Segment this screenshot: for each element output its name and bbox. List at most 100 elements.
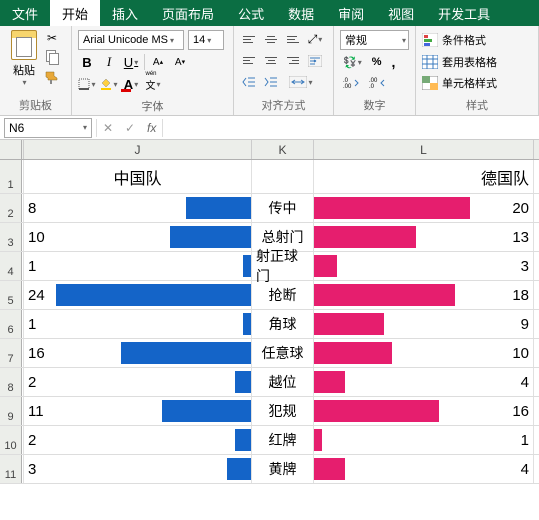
conditional-format-icon	[422, 33, 438, 47]
cell-germany-value[interactable]: 3	[314, 252, 534, 280]
column-header[interactable]: L	[314, 140, 534, 159]
cell[interactable]	[252, 160, 314, 193]
align-bottom-button[interactable]	[284, 30, 302, 48]
cell-germany-value[interactable]: 4	[314, 368, 534, 396]
row-header[interactable]: 8	[0, 368, 22, 396]
menu-item[interactable]: 视图	[376, 0, 426, 26]
fill-color-button[interactable]: ▾	[100, 74, 118, 94]
cell-germany-value[interactable]: 4	[314, 455, 534, 483]
font-color-button[interactable]: A▾	[122, 74, 140, 94]
cell-styles-button[interactable]: 单元格样式	[422, 73, 532, 93]
decrease-font-button[interactable]: A▾	[171, 52, 189, 72]
orientation-button[interactable]: ⤢▾	[306, 30, 324, 48]
format-table-button[interactable]: 套用表格格	[422, 52, 532, 72]
row-header[interactable]: 4	[0, 252, 22, 280]
merge-button[interactable]: ▾	[284, 73, 318, 91]
italic-button[interactable]: I	[100, 52, 118, 72]
cell-germany-value[interactable]: 18	[314, 281, 534, 309]
number-format-combo[interactable]: 常规 ▾	[340, 30, 409, 50]
cell-category[interactable]: 抢断	[252, 281, 314, 309]
cell-china-value[interactable]: 24	[24, 281, 252, 309]
align-left-button[interactable]	[240, 52, 258, 70]
fx-icon[interactable]: fx	[141, 121, 162, 135]
row-header[interactable]: 7	[0, 339, 22, 367]
cut-icon[interactable]: ✂	[44, 30, 60, 46]
formula-input[interactable]	[163, 118, 539, 138]
row-header[interactable]: 9	[0, 397, 22, 425]
cell-category[interactable]: 任意球	[252, 339, 314, 367]
cell-category[interactable]: 犯规	[252, 397, 314, 425]
cell-category[interactable]: 越位	[252, 368, 314, 396]
accept-formula-button[interactable]: ✓	[119, 121, 141, 135]
font-group-title: 字体	[78, 96, 227, 114]
conditional-format-button[interactable]: 条件格式	[422, 30, 532, 50]
bold-button[interactable]: B	[78, 52, 96, 72]
cell-china-value[interactable]: 1	[24, 252, 252, 280]
increase-decimal-button[interactable]: .0.00	[340, 74, 362, 92]
menu-item[interactable]: 插入	[100, 0, 150, 26]
row-header[interactable]: 11	[0, 455, 22, 483]
menu-item[interactable]: 公式	[226, 0, 276, 26]
font-size-combo[interactable]: 14 ▾	[188, 30, 224, 50]
cell-category[interactable]: 黄牌	[252, 455, 314, 483]
phonetic-guide-button[interactable]: wén文▾	[144, 74, 162, 94]
align-middle-button[interactable]	[262, 30, 280, 48]
cell-styles-label: 单元格样式	[442, 75, 497, 91]
cell-china-value[interactable]: 8	[24, 194, 252, 222]
underline-button[interactable]: U▾	[122, 52, 140, 72]
menu-item[interactable]: 文件	[0, 0, 50, 26]
select-all-corner[interactable]	[0, 140, 22, 159]
copy-icon[interactable]	[44, 50, 60, 66]
cell-germany-value[interactable]: 1	[314, 426, 534, 454]
align-right-button[interactable]	[284, 52, 302, 70]
data-bar	[243, 313, 251, 335]
decrease-decimal-button[interactable]: .00.0	[366, 74, 388, 92]
cell-china-value[interactable]: 3	[24, 455, 252, 483]
cell-china-value[interactable]: 2	[24, 426, 252, 454]
cell-category[interactable]: 传中	[252, 194, 314, 222]
cell-china-value[interactable]: 16	[24, 339, 252, 367]
row-header[interactable]: 1	[0, 160, 22, 193]
row-header[interactable]: 5	[0, 281, 22, 309]
cell-germany-value[interactable]: 13	[314, 223, 534, 251]
cell-category[interactable]: 射正球门	[252, 252, 314, 280]
comma-button[interactable]: ,	[389, 53, 399, 71]
border-button[interactable]: ▾	[78, 74, 96, 94]
font-name-combo[interactable]: Arial Unicode MS ▾	[78, 30, 184, 50]
format-painter-icon[interactable]	[44, 70, 60, 86]
currency-button[interactable]: 💱▾	[340, 53, 365, 71]
decrease-indent-button[interactable]	[240, 73, 258, 91]
wrap-text-button[interactable]	[306, 52, 324, 70]
cell-germany-value[interactable]: 9	[314, 310, 534, 338]
cell-china-value[interactable]: 11	[24, 397, 252, 425]
row-header[interactable]: 10	[0, 426, 22, 454]
menu-item[interactable]: 审阅	[326, 0, 376, 26]
row-header[interactable]: 2	[0, 194, 22, 222]
cell-china-value[interactable]: 10	[24, 223, 252, 251]
column-header[interactable]: J	[24, 140, 252, 159]
menu-item[interactable]: 开始	[50, 0, 100, 26]
row-header[interactable]: 6	[0, 310, 22, 338]
percent-button[interactable]: %	[369, 53, 385, 71]
menu-item[interactable]: 开发工具	[426, 0, 502, 26]
align-center-button[interactable]	[262, 52, 280, 70]
cell-germany-value[interactable]: 10	[314, 339, 534, 367]
cell-china-value[interactable]: 2	[24, 368, 252, 396]
cell-category[interactable]: 角球	[252, 310, 314, 338]
cancel-formula-button[interactable]: ✕	[97, 121, 119, 135]
row-header[interactable]: 3	[0, 223, 22, 251]
paste-button[interactable]: 粘贴 ▾	[6, 30, 42, 95]
menu-item[interactable]: 数据	[276, 0, 326, 26]
cell-germany-value[interactable]: 16	[314, 397, 534, 425]
cell-team-china[interactable]: 中国队	[24, 160, 252, 193]
align-top-button[interactable]	[240, 30, 258, 48]
cell-team-germany[interactable]: 德国队	[314, 160, 534, 193]
cell-china-value[interactable]: 1	[24, 310, 252, 338]
cell-category[interactable]: 红牌	[252, 426, 314, 454]
increase-font-button[interactable]: A▴	[149, 52, 167, 72]
cell-germany-value[interactable]: 20	[314, 194, 534, 222]
name-box[interactable]: N6 ▾	[4, 118, 92, 138]
increase-indent-button[interactable]	[262, 73, 280, 91]
column-header[interactable]: K	[252, 140, 314, 159]
menu-item[interactable]: 页面布局	[150, 0, 226, 26]
